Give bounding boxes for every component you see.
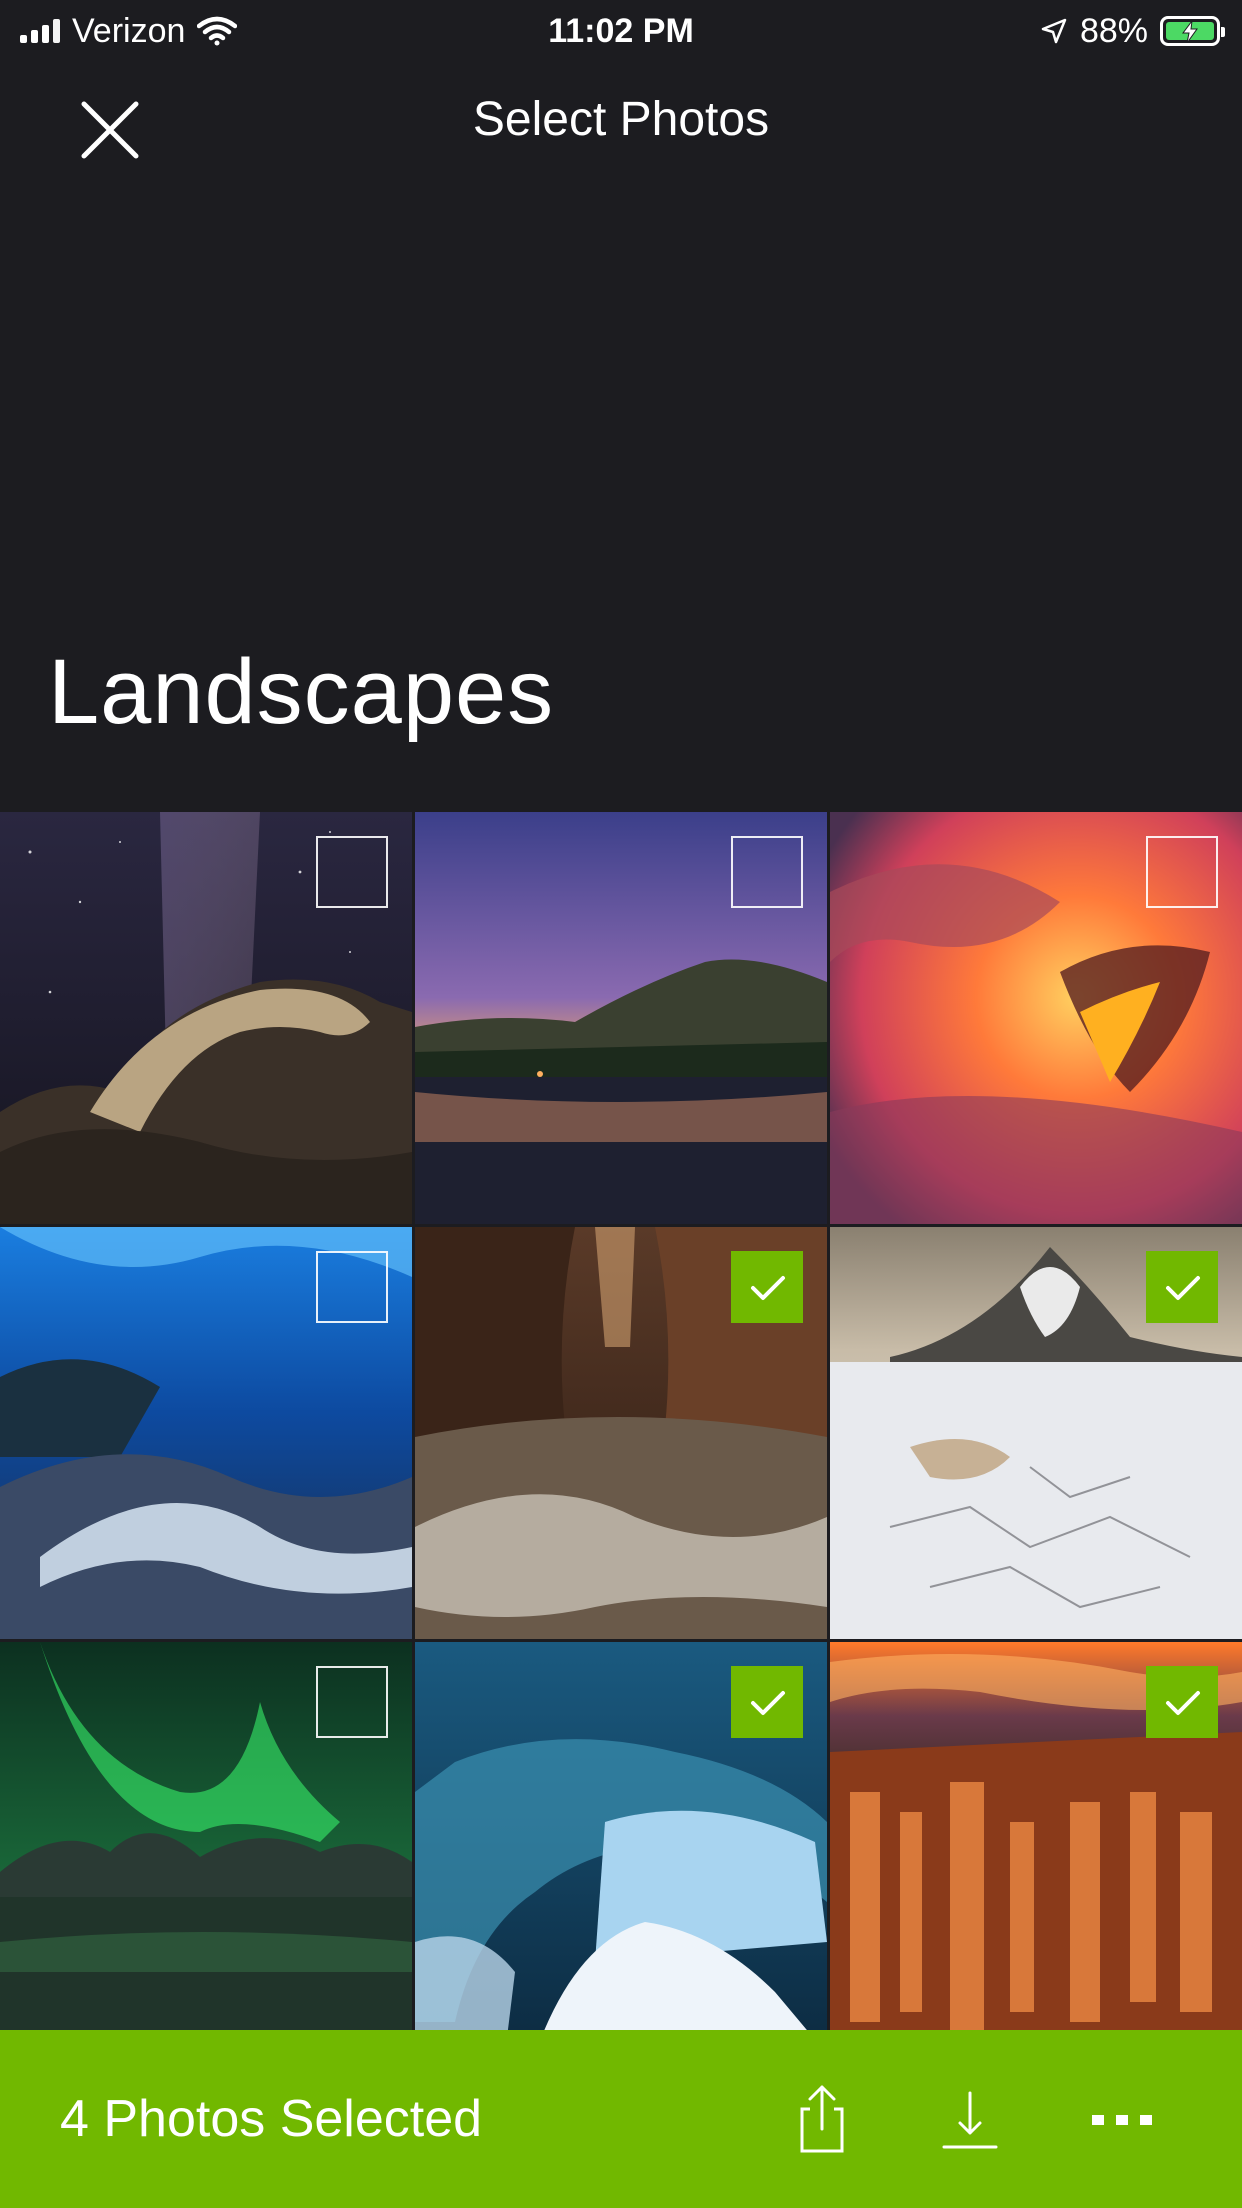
select-checkbox[interactable] — [316, 1666, 388, 1738]
share-icon — [800, 2085, 844, 2153]
checkmark-icon — [751, 1691, 785, 1715]
charging-bolt-icon — [1182, 21, 1198, 43]
selection-bar: 4 Photos Selected — [0, 2030, 1242, 2208]
checkmark-icon — [751, 1276, 785, 1300]
status-right: 88% — [1040, 0, 1225, 62]
location-arrow-icon — [1041, 18, 1067, 44]
nav-bar: Select Photos — [0, 62, 1242, 190]
photo-tile[interactable] — [830, 812, 1242, 1224]
share-button[interactable] — [782, 2079, 862, 2159]
photo-tile[interactable] — [415, 812, 827, 1224]
select-checkbox[interactable] — [731, 1666, 803, 1738]
select-checkbox[interactable] — [731, 1251, 803, 1323]
photo-tile[interactable] — [415, 1642, 827, 2030]
checkmark-icon — [1166, 1691, 1200, 1715]
select-checkbox[interactable] — [731, 836, 803, 908]
more-button[interactable] — [1082, 2079, 1162, 2159]
more-icon — [1092, 2115, 1152, 2125]
selection-count: 4 Photos Selected — [60, 2090, 483, 2148]
download-icon — [942, 2091, 998, 2149]
select-checkbox[interactable] — [316, 1251, 388, 1323]
select-checkbox[interactable] — [1146, 836, 1218, 908]
checkmark-icon — [1166, 1276, 1200, 1300]
photo-grid — [0, 812, 1242, 2030]
page-title: Select Photos — [472, 93, 770, 146]
select-checkbox[interactable] — [1146, 1666, 1218, 1738]
photo-tile[interactable] — [0, 1227, 412, 1639]
photo-tile[interactable] — [830, 1642, 1242, 2030]
album-title: Landscapes — [48, 641, 555, 743]
download-button[interactable] — [930, 2079, 1010, 2159]
select-checkbox[interactable] — [1146, 1251, 1218, 1323]
battery-icon — [1160, 16, 1225, 46]
photo-tile[interactable] — [0, 1642, 412, 2030]
photo-tile[interactable] — [830, 1227, 1242, 1639]
status-bar: Verizon 11:02 PM 88% — [0, 0, 1242, 62]
photo-tile[interactable] — [415, 1227, 827, 1639]
select-checkbox[interactable] — [316, 836, 388, 908]
photo-tile[interactable] — [0, 812, 412, 1224]
battery-percent: 88% — [1079, 11, 1148, 50]
